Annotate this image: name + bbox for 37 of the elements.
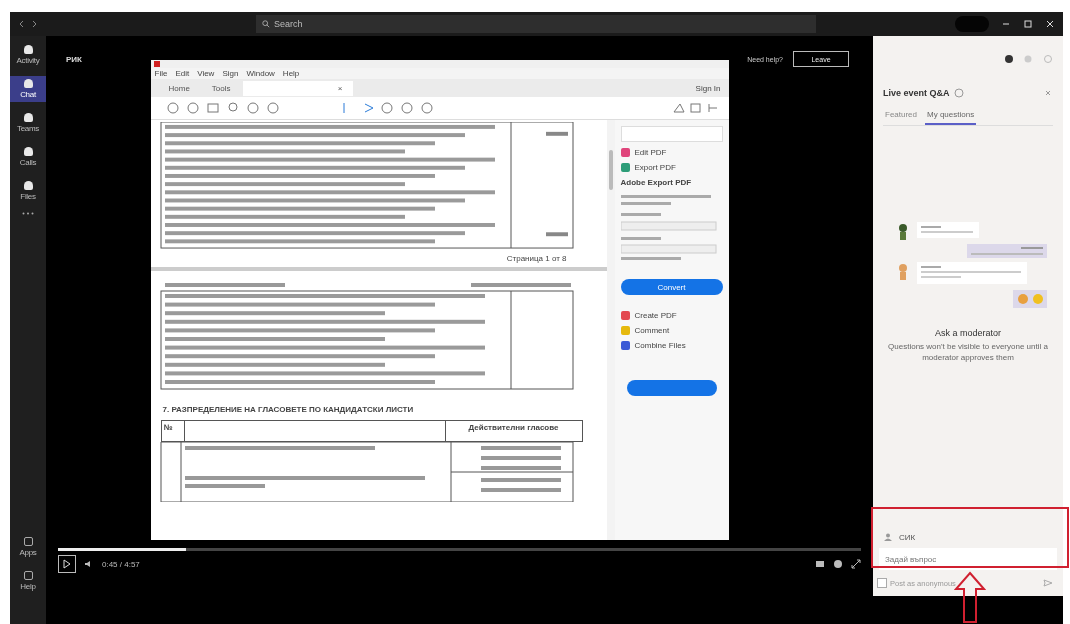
search-field[interactable]: Search xyxy=(256,15,816,33)
rail-item[interactable]: Activity xyxy=(10,42,46,68)
tab[interactable]: Tools xyxy=(201,80,241,96)
tab[interactable]: × xyxy=(242,80,353,96)
rail-item[interactable]: Files xyxy=(10,178,46,204)
rail-item[interactable]: Help xyxy=(10,568,46,594)
table-header: Действителни гласове xyxy=(467,422,560,434)
empty-state-text: Questions won't be visible to everyone until a moderator approves them xyxy=(887,342,1049,364)
empty-state-heading: Ask a moderator xyxy=(934,328,1002,338)
user-name: СИК xyxy=(899,532,916,542)
tab[interactable]: Home xyxy=(158,80,200,96)
question-input[interactable]: Задай въпрос xyxy=(879,548,1057,570)
tool-item[interactable]: Edit PDF xyxy=(620,148,723,157)
menu-item[interactable]: Sign xyxy=(222,69,239,78)
panel-title: Adobe Export PDF xyxy=(620,178,693,187)
tool-item[interactable]: Create PDF xyxy=(620,311,723,320)
convert-button[interactable]: Convert xyxy=(620,279,723,295)
menu-item[interactable]: Edit xyxy=(175,69,190,78)
table-header: № xyxy=(161,421,185,441)
page-footer: Страница 1 от 8 xyxy=(150,250,607,267)
tool-item[interactable]: Combine Files xyxy=(620,341,723,350)
section-heading: 7. РАЗПРЕДЕЛЕНИЕ НА ГЛАСОВЕТЕ ПО КАНДИДАТСКИ ЛИСТИ xyxy=(161,404,415,416)
menu-item[interactable]: Window xyxy=(246,69,275,78)
menu-item[interactable]: File xyxy=(154,69,168,78)
menu-item[interactable]: Help xyxy=(282,69,300,78)
rail-item[interactable]: Calls xyxy=(10,144,46,170)
event-title: РИК xyxy=(65,54,82,64)
tab[interactable]: My questions xyxy=(925,106,977,125)
menu-item[interactable]: View xyxy=(197,69,215,78)
time-display: 0:45 / 4:57 xyxy=(102,559,140,569)
rail-item[interactable]: Apps xyxy=(10,534,46,560)
rail-item[interactable]: Teams xyxy=(10,110,46,136)
panel-title: Live event Q&A xyxy=(883,88,950,98)
sign-in-link[interactable]: Sign In xyxy=(695,83,721,93)
tool-item[interactable]: Export PDF xyxy=(620,163,723,172)
rail-item[interactable]: Chat xyxy=(10,76,46,102)
tool-item[interactable]: Comment xyxy=(620,326,723,335)
